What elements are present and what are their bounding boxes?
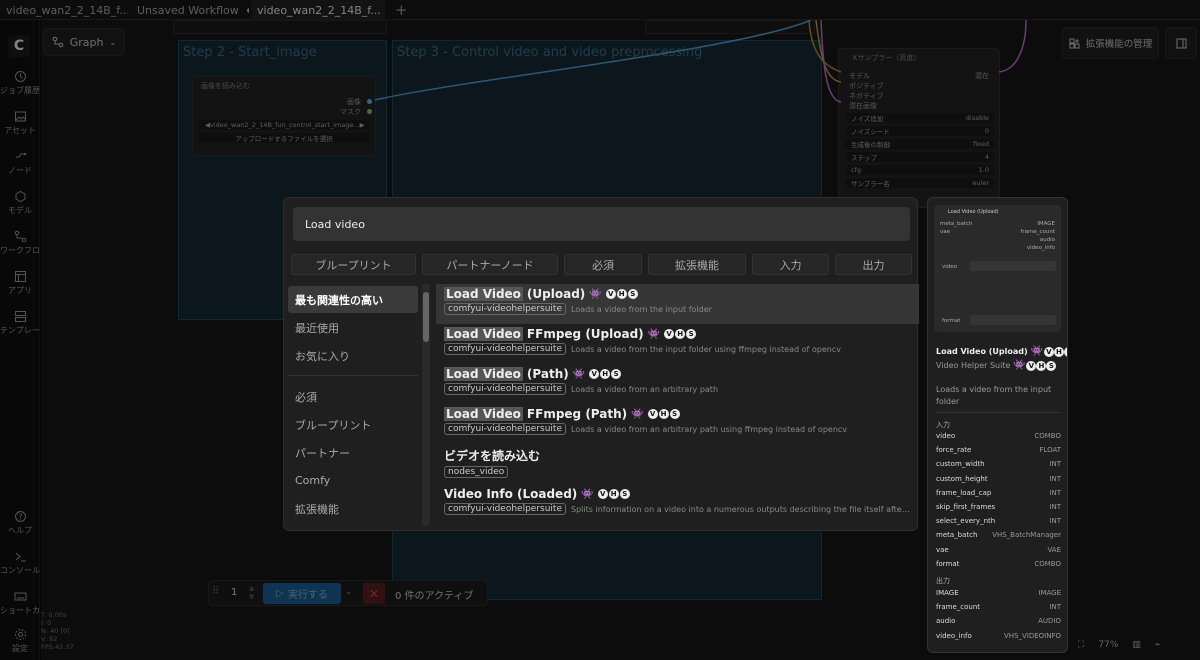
preview-output-row: audio AUDIO	[936, 617, 1061, 626]
source-pill: comfyui-videohelpersuite	[444, 503, 567, 515]
search-result-item[interactable]: Load Video (Path) 👾 V H S comfyui-videohelpers…	[436, 364, 919, 404]
filter-tab-output[interactable]: 出力	[835, 254, 912, 275]
category-most-relevant[interactable]: 最も関連性の高い	[288, 286, 418, 313]
preview-input-row: custom_width INT	[936, 460, 1061, 469]
result-name: ビデオを読み込む	[444, 449, 541, 463]
category-partner[interactable]: パートナー	[288, 439, 418, 466]
preview-title: Load Video (Upload) 👾VHS	[936, 346, 1067, 357]
divider	[936, 412, 1061, 413]
preview-node-card: Load Video (Upload) meta_batch vae IMAGE f…	[934, 205, 1061, 332]
preview-format-widget	[970, 315, 1056, 325]
result-description: Loads a video from the input folder	[571, 304, 712, 314]
vhs-badge: VHS	[605, 289, 638, 299]
vhs-badge: VHS	[664, 329, 697, 339]
source-pill: comfyui-videohelpersuite	[444, 343, 567, 355]
source-pill: comfyui-videohelpersuite	[444, 303, 567, 315]
vhs-icon: 👾	[589, 288, 602, 300]
preview-input-row: custom_height INT	[936, 474, 1061, 483]
preview-node-title: Load Video (Upload)	[948, 209, 999, 215]
category-comfy[interactable]: Comfy	[288, 467, 418, 494]
node-preview-panel: Load Video (Upload) meta_batch vae IMAGE f…	[927, 197, 1068, 653]
category-scrollbar[interactable]	[422, 284, 430, 526]
preview-input-row: select_every_nth INT	[936, 517, 1061, 526]
result-name: Load Video FFmpeg (Upload) 👾 V H S	[444, 327, 911, 341]
filter-tab-blueprint[interactable]: ブループリント	[291, 254, 416, 275]
scrollbar-thumb[interactable]	[423, 292, 429, 342]
node-search-dialog: Load video ブループリント パートナーノード 必須 拡張機能 入力 出…	[283, 197, 919, 531]
category-recent[interactable]: 最近使用	[288, 314, 418, 341]
preview-input-row: format COMBO	[936, 559, 1061, 568]
filter-tab-essentials[interactable]: 必須	[564, 254, 642, 275]
preview-input-row: force_rate FLOAT	[936, 446, 1061, 455]
preview-video-widget	[970, 261, 1056, 271]
vhs-badge: VHS	[647, 409, 680, 419]
source-pill: comfyui-videohelpersuite	[444, 383, 567, 395]
vhs-badge: VHS	[589, 369, 622, 379]
category-extensions[interactable]: 拡張機能	[288, 495, 418, 522]
filter-tab-input[interactable]: 入力	[752, 254, 829, 275]
category-blueprint[interactable]: ブループリント	[288, 411, 418, 438]
preview-input-row: vae VAE	[936, 545, 1061, 554]
category-divider	[288, 375, 418, 376]
result-name: Load Video FFmpeg (Path) 👾 V H S	[444, 407, 911, 421]
result-description: Loads a video from an arbitrary path usi…	[571, 424, 848, 434]
node-search-input[interactable]: Load video	[293, 207, 910, 241]
preview-format-label: format	[942, 318, 961, 324]
result-description: Splits information on a video into a num…	[571, 504, 911, 514]
vhs-icon: 👾	[631, 408, 644, 420]
result-name: Video Info (Loaded) 👾 V H S	[444, 487, 911, 501]
vhs-icon: 👾	[581, 488, 594, 500]
filter-tab-partner[interactable]: パートナーノード	[422, 254, 558, 275]
result-name: Load Video (Path) 👾 V H S	[444, 367, 911, 381]
search-result-item[interactable]: Load Video FFmpeg (Upload) 👾 V H S comfyui-vid…	[436, 324, 919, 364]
search-result-item[interactable]: Load Video FFmpeg (Path) 👾 V H S comfyui-video…	[436, 404, 919, 444]
category-favorites[interactable]: お気に入り	[288, 342, 418, 369]
source-pill: comfyui-videohelpersuite	[444, 423, 567, 435]
preview-outputs-header: 出力	[936, 577, 950, 585]
preview-input-row: meta_batch VHS_BatchManager	[936, 531, 1061, 540]
category-essentials[interactable]: 必須	[288, 383, 418, 410]
preview-inputs-header: 入力	[936, 421, 950, 429]
vhs-badge: VHS	[597, 489, 630, 499]
source-pill: nodes_video	[444, 466, 509, 478]
vhs-icon: 👾	[647, 328, 661, 340]
preview-node-outputs: IMAGE frame_count audio video_info	[1020, 221, 1055, 251]
preview-input-row: frame_load_cap INT	[936, 488, 1061, 497]
search-result-item[interactable]: Load Video (Upload) 👾 V H S comfyui-videohelpe…	[436, 284, 919, 324]
vhs-icon: 👾	[1030, 346, 1043, 357]
preview-input-row: video COMBO	[936, 432, 1061, 440]
vhs-icon: 👾	[572, 368, 586, 380]
preview-subtitle: Video Helper Suite 👾 V H S	[936, 360, 1057, 371]
preview-description: Loads a video from the input folder	[936, 385, 1052, 406]
search-result-item[interactable]: ビデオを読み込む nodes_video	[436, 444, 919, 484]
result-description: Loads a video from the input folder usin…	[571, 344, 841, 354]
filter-tab-extensions[interactable]: 拡張機能	[648, 254, 746, 275]
preview-input-row: skip_first_frames INT	[936, 503, 1061, 511]
vhs-icon: 👾	[1012, 360, 1026, 371]
preview-output-row: frame_count INT	[936, 603, 1061, 612]
preview-output-row: IMAGE IMAGE	[936, 589, 1061, 597]
result-description: Loads a video from an arbitrary path	[571, 384, 719, 394]
preview-video-label: video	[942, 264, 958, 270]
preview-node-inputs: meta_batch vae	[940, 221, 973, 235]
preview-output-row: video_info VHS_VIDEOINFO	[936, 631, 1061, 640]
search-result-item[interactable]: Video Info (Loaded) 👾 V H S comfyui-videohelp…	[436, 484, 919, 524]
result-name: Load Video (Upload) 👾 V H S	[444, 287, 911, 301]
